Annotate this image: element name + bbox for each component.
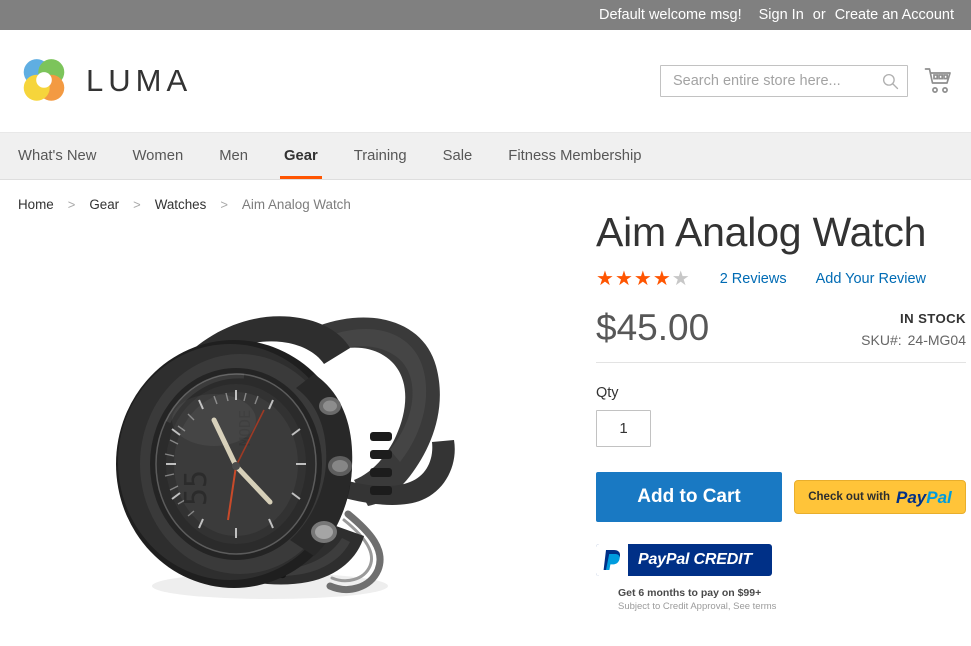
search-input[interactable] (660, 65, 908, 97)
stock-sku-block: IN STOCK SKU#: 24-MG04 (861, 307, 966, 348)
sku-value: 24-MG04 (907, 332, 966, 349)
paypal-monogram-icon (603, 550, 621, 571)
price-and-stock: $45.00 IN STOCK SKU#: 24-MG04 (596, 307, 966, 364)
paypal-checkout-button[interactable]: Check out with PayPal (794, 480, 966, 515)
sku-label: SKU#: (861, 332, 902, 349)
shopping-cart-icon[interactable] (924, 67, 954, 95)
paypal-wordmark: PayPal (896, 489, 952, 506)
paypal-credit-button[interactable]: PayPal CREDIT (596, 544, 772, 577)
site-header: LUMA (0, 30, 971, 132)
star-filled-icon: ★ (614, 268, 634, 291)
add-review-link[interactable]: Add Your Review (816, 271, 926, 287)
paypal-p-icon (596, 544, 628, 577)
paypal-credit-suffix: CREDIT (693, 551, 753, 569)
logo-text: LUMA (86, 63, 193, 98)
paypal-credit-fine-print-primary: Get 6 months to pay on $99+ (618, 587, 762, 600)
product-image[interactable]: 55 MODE (18, 214, 558, 614)
nav-item-sale[interactable]: Sale (425, 133, 491, 179)
create-account-link[interactable]: Create an Account (835, 7, 954, 23)
star-empty-icon: ★ (671, 268, 691, 291)
paypal-credit-block: PayPal CREDIT Get 6 months to pay on $99… (596, 544, 966, 612)
header-actions (660, 65, 954, 97)
star-filled-icon: ★ (596, 268, 615, 291)
product-price: $45.00 (596, 307, 710, 349)
product-actions: Add to Cart Check out with PayPal (596, 472, 966, 523)
paypal-wordmark-pal: Pal (926, 487, 952, 507)
top-panel: Default welcome msg! Sign In or Create a… (0, 0, 971, 30)
nav-item-fitness-membership[interactable]: Fitness Membership (490, 133, 659, 179)
product-media-gallery: 55 MODE (18, 210, 558, 614)
qty-input[interactable] (596, 410, 651, 448)
nav-item-men[interactable]: Men (201, 133, 266, 179)
nav-item-women[interactable]: Women (114, 133, 201, 179)
rating-summary: ★★★★★ 2 Reviews Add Your Review (596, 269, 966, 289)
paypal-wordmark-pay: Pay (896, 487, 927, 507)
reviews-count-link[interactable]: 2 Reviews (720, 271, 787, 287)
sign-in-link[interactable]: Sign In (759, 7, 804, 23)
star-filled-icon: ★ (633, 268, 653, 291)
search-icon[interactable] (881, 72, 899, 90)
paypal-credit-fine-print-secondary: Subject to Credit Approval, See terms (618, 601, 777, 613)
welcome-message: Default welcome msg! (598, 7, 742, 23)
nav-item-gear[interactable]: Gear (266, 133, 336, 179)
search-box (660, 65, 908, 97)
svg-text:55: 55 (179, 470, 214, 506)
logo-link[interactable]: LUMA (18, 55, 192, 107)
paypal-credit-brand: PayPal (638, 551, 694, 569)
breadcrumb: Home > Gear > Watches > Aim Analog Watch (0, 180, 971, 212)
top-panel-links: Default welcome msg! Sign In or Create a… (599, 7, 954, 23)
star-rating[interactable]: ★★★★★ (596, 269, 691, 289)
star-filled-icon: ★ (652, 268, 672, 291)
status-badge: IN STOCK (900, 311, 966, 327)
nav-item-whats-new[interactable]: What's New (18, 133, 114, 179)
product-main: 55 MODE Aim Analog Watch ★★★★★ 2 Reviews… (0, 209, 971, 614)
paypal-credit-label: PayPal CREDIT (628, 551, 752, 569)
main-navigation: What's New Women Men Gear Training Sale … (0, 132, 971, 180)
page-title: Aim Analog Watch (596, 209, 927, 255)
luma-flower-icon (23, 59, 65, 101)
nav-item-training[interactable]: Training (336, 133, 425, 179)
product-info: Aim Analog Watch ★★★★★ 2 Reviews Add You… (558, 209, 966, 614)
product-sku: SKU#: 24-MG04 (861, 332, 966, 348)
qty-label: Qty (596, 385, 619, 402)
top-panel-separator: or (812, 7, 826, 23)
add-to-cart-button[interactable]: Add to Cart (596, 472, 782, 523)
paypal-checkout-label: Check out with (808, 491, 890, 504)
